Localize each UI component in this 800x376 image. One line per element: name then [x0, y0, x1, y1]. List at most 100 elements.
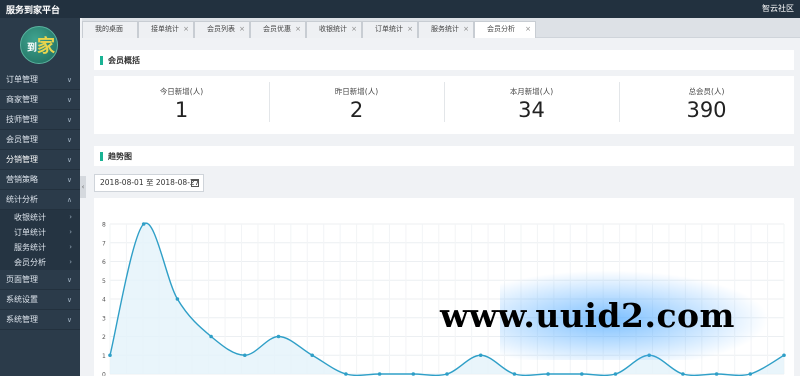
- stat-card: 今日新增(人) 1: [94, 76, 269, 128]
- close-icon[interactable]: ×: [295, 22, 301, 37]
- tab[interactable]: 服务统计 ×: [418, 21, 474, 38]
- stat-label: 本月新增(人): [509, 87, 554, 96]
- stat-value: 34: [518, 98, 545, 122]
- section-accent: [100, 152, 103, 161]
- tab[interactable]: 我的桌面: [82, 21, 138, 38]
- data-point: [175, 297, 180, 301]
- trend-header: 趋势图: [94, 146, 794, 166]
- y-tick-label: 7: [102, 240, 106, 247]
- sidebar-collapse-handle[interactable]: ‹: [80, 176, 86, 198]
- menu-item-label: 系统设置: [6, 295, 38, 304]
- tab-label: 会员优惠: [263, 25, 291, 33]
- tab[interactable]: 订单统计 ×: [362, 21, 418, 38]
- close-icon[interactable]: ×: [351, 22, 357, 37]
- menu-item-label: 服务统计: [14, 243, 46, 252]
- sidebar-item[interactable]: 订单管理 ∨: [0, 70, 80, 90]
- y-tick-label: 1: [102, 353, 106, 360]
- tab-label: 我的桌面: [95, 25, 123, 33]
- chevron-icon: ∨: [66, 276, 72, 284]
- section-accent: [100, 56, 103, 65]
- data-point: [276, 334, 281, 339]
- sidebar-menu: 订单管理 ∨ 商家管理 ∨ 技师管理 ∨ 会员管理 ∨ 分销管理 ∨ 营销策略 ∨ 统计分析 ∧ 收银统计 ›…: [0, 70, 80, 330]
- sidebar-item[interactable]: 页面管理 ∨: [0, 270, 80, 290]
- chevron-icon: ∨: [66, 316, 72, 324]
- sidebar-item[interactable]: 商家管理 ∨: [0, 90, 80, 110]
- sidebar-item[interactable]: 统计分析 ∧: [0, 190, 80, 210]
- tab-label: 接单统计: [151, 25, 179, 33]
- sidebar-item[interactable]: 分销管理 ∨: [0, 150, 80, 170]
- sidebar-item[interactable]: 技师管理 ∨: [0, 110, 80, 130]
- tab[interactable]: 收银统计 ×: [306, 21, 362, 38]
- data-point: [478, 353, 483, 358]
- data-point: [411, 372, 416, 376]
- sidebar-subitem[interactable]: 会员分析 ›: [0, 255, 80, 270]
- watermark: www.uuid2.com: [440, 296, 735, 335]
- tab-label: 会员分析: [487, 25, 515, 33]
- menu-item-label: 会员分析: [14, 258, 46, 267]
- data-point: [714, 372, 719, 376]
- stat-card: 昨日新增(人) 2: [269, 76, 444, 128]
- date-range-input[interactable]: 2018-08-01 至 2018-08-27: [94, 174, 204, 192]
- sidebar-subitem[interactable]: 服务统计 ›: [0, 240, 80, 255]
- menu-item-label: 系统管理: [6, 315, 38, 324]
- close-icon[interactable]: ×: [407, 22, 413, 37]
- data-point: [108, 353, 112, 358]
- data-point: [377, 372, 382, 376]
- overview-title: 会员概括: [108, 56, 140, 65]
- menu-item-label: 订单管理: [6, 75, 38, 84]
- chevron-icon: ∨: [66, 136, 72, 144]
- stat-label: 今日新增(人): [159, 87, 204, 96]
- data-point: [681, 372, 685, 376]
- tab[interactable]: 会员列表 ×: [194, 21, 250, 38]
- sidebar-item[interactable]: 系统设置 ∨: [0, 290, 80, 310]
- tab[interactable]: 接单统计 ×: [138, 21, 194, 38]
- trend-title: 趋势图: [108, 152, 132, 161]
- logo-area: 到 家: [0, 18, 80, 70]
- tab-label: 会员列表: [207, 25, 235, 33]
- data-point: [613, 372, 618, 376]
- close-icon[interactable]: ×: [239, 22, 245, 37]
- sidebar-subitem[interactable]: 订单统计 ›: [0, 225, 80, 240]
- sidebar-item[interactable]: 会员管理 ∨: [0, 130, 80, 150]
- sidebar: 到 家 订单管理 ∨ 商家管理 ∨ 技师管理 ∨ 会员管理 ∨ 分销管理 ∨ 营销策略 ∨ 统计分析 ∧ 收…: [0, 18, 80, 376]
- tab-label: 订单统计: [375, 25, 403, 33]
- y-tick-label: 6: [102, 259, 106, 266]
- stat-value: 2: [349, 98, 364, 122]
- y-tick-label: 4: [102, 297, 106, 304]
- close-icon[interactable]: ×: [525, 22, 531, 37]
- data-point: [141, 222, 146, 226]
- chevron-icon: ∨: [66, 96, 72, 104]
- tab[interactable]: 会员分析 ×: [474, 21, 536, 38]
- close-icon[interactable]: ×: [183, 22, 189, 37]
- menu-item-label: 订单统计: [14, 228, 46, 237]
- menu-item-label: 技师管理: [6, 115, 38, 124]
- y-tick-label: 5: [102, 278, 106, 285]
- tab-bar: 我的桌面 接单统计 × 会员列表 × 会员优惠 × 收银统计 × 订单统计 × 服务统计 × 会员分析 ×: [82, 18, 800, 38]
- calendar-icon[interactable]: [191, 179, 199, 187]
- chevron-icon: ∨: [66, 76, 72, 84]
- stat-divider: [444, 82, 445, 122]
- chevron-icon: ∨: [66, 176, 72, 184]
- stat-label: 总会员(人): [688, 87, 725, 96]
- stat-card: 总会员(人) 390: [619, 76, 794, 128]
- menu-item-label: 商家管理: [6, 95, 38, 104]
- app-logo: 到 家: [20, 26, 58, 64]
- stat-card: 本月新增(人) 34: [444, 76, 619, 128]
- y-tick-label: 2: [102, 334, 106, 341]
- sidebar-subitem[interactable]: 收银统计 ›: [0, 210, 80, 225]
- chevron-icon: ›: [69, 228, 72, 236]
- data-point: [580, 372, 584, 376]
- tab[interactable]: 会员优惠 ×: [250, 21, 306, 38]
- chevron-icon: ∨: [66, 116, 72, 124]
- data-point: [209, 334, 213, 339]
- user-menu[interactable]: 智云社区: [762, 3, 794, 14]
- data-point: [310, 353, 314, 358]
- tab-label: 服务统计: [431, 25, 459, 33]
- sidebar-item[interactable]: 系统管理 ∨: [0, 310, 80, 330]
- y-tick-label: 0: [102, 372, 106, 376]
- data-point: [243, 353, 247, 358]
- data-point: [445, 372, 449, 376]
- overview-stats: 今日新增(人) 1 昨日新增(人) 2 本月新增(人) 34 总会员(人) 390: [94, 76, 794, 134]
- sidebar-item[interactable]: 营销策略 ∨: [0, 170, 80, 190]
- close-icon[interactable]: ×: [463, 22, 469, 37]
